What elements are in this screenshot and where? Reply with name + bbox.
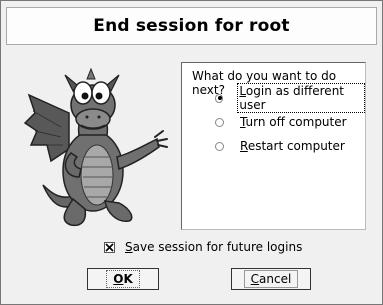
cancel-button-label: Cancel <box>243 270 299 288</box>
option-label: Turn off computer <box>240 115 347 129</box>
save-session-option[interactable]: Save session for future logins <box>104 238 302 256</box>
option-label: Login as different user <box>237 83 365 113</box>
save-session-checkbox[interactable] <box>104 241 115 253</box>
radio-login-different-user[interactable] <box>215 93 224 103</box>
radio-restart-computer[interactable] <box>215 141 224 151</box>
option-label: Restart computer <box>240 139 345 153</box>
checkmark-icon <box>105 242 114 252</box>
dragon-mascot-icon <box>21 53 176 233</box>
option-restart-computer[interactable]: Restart computer <box>215 137 347 155</box>
radio-turn-off-computer[interactable] <box>215 117 224 127</box>
cancel-button[interactable]: Cancel <box>231 268 311 290</box>
end-session-dialog: End session for root What do you want to… <box>0 0 383 305</box>
ok-button[interactable]: OK <box>87 268 159 290</box>
ok-button-label: OK <box>106 270 140 288</box>
save-session-label: Save session for future logins <box>125 240 303 254</box>
dialog-title: End session for root <box>93 16 290 36</box>
option-login-different-user[interactable]: Login as different user <box>215 83 365 113</box>
dialog-title-bar: End session for root <box>6 7 377 45</box>
option-turn-off-computer[interactable]: Turn off computer <box>215 113 349 131</box>
options-panel: What do you want to do next? Login as di… <box>181 62 366 230</box>
